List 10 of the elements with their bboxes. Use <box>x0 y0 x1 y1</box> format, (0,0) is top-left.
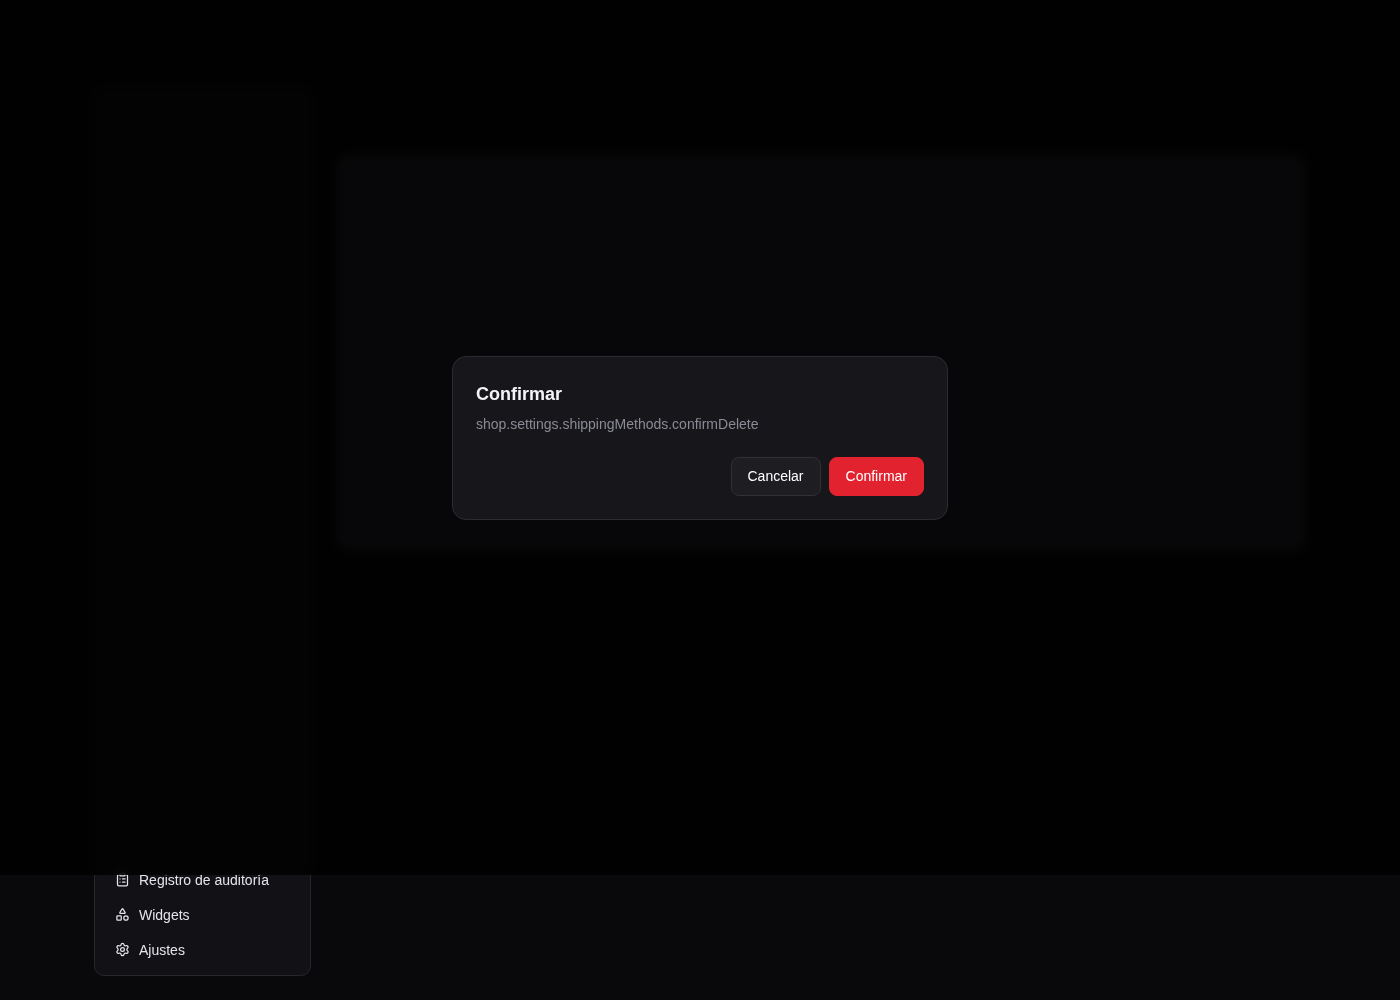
clipboard-icon <box>115 872 130 887</box>
sidebar-item[interactable]: Registro de auditoría <box>107 862 298 897</box>
sidebar-item[interactable]: Widgets <box>107 897 298 932</box>
confirm-button[interactable]: Confirmar <box>828 456 924 496</box>
shapes-icon <box>115 907 130 922</box>
dialog-title: Confirmar <box>476 382 563 406</box>
dialog-message: shop.settings.shippingMethods.confirmDelete <box>476 414 760 434</box>
sidebar-item[interactable]: Ajustes <box>107 932 298 967</box>
gear-icon <box>115 942 130 957</box>
cancel-button[interactable]: Cancelar <box>730 456 821 496</box>
